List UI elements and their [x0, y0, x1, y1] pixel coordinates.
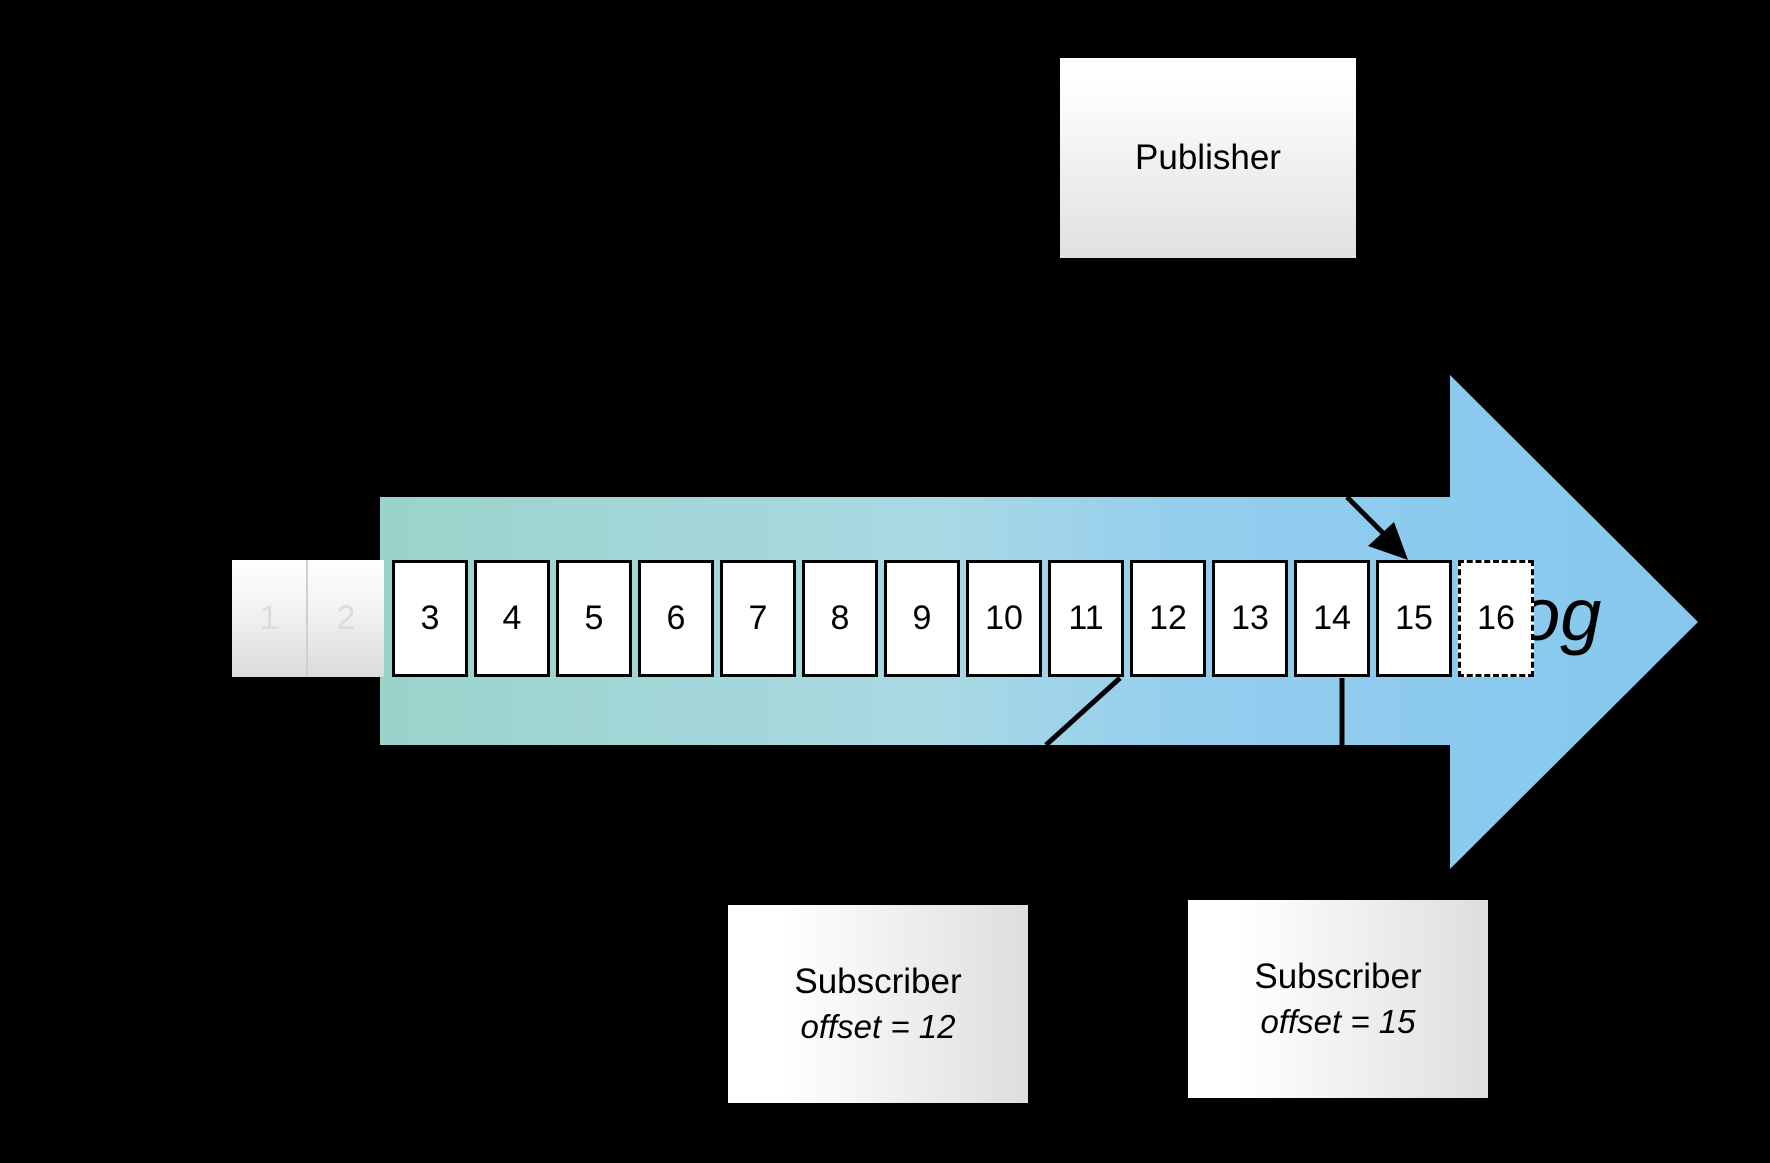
log-cell-4[interactable]: 4: [474, 560, 550, 677]
log-cell-10[interactable]: 10: [966, 560, 1042, 677]
log-cell-strip: 1 2 3 4 5 6 7 8 9 10 11 12 13 14 15 16: [232, 560, 1540, 677]
log-cell-9[interactable]: 9: [884, 560, 960, 677]
log-cell-3[interactable]: 3: [392, 560, 468, 677]
subscriber-2-offset: offset = 15: [1260, 1003, 1416, 1041]
log-cell-13[interactable]: 13: [1212, 560, 1288, 677]
publisher-node[interactable]: Publisher: [1060, 58, 1356, 258]
subscriber-node-2[interactable]: Subscriber offset = 15: [1188, 900, 1488, 1098]
subscriber-2-label: Subscriber: [1254, 957, 1422, 997]
log-cell-12[interactable]: 12: [1130, 560, 1206, 677]
publisher-label: Publisher: [1135, 137, 1281, 177]
subscriber-node-1[interactable]: Subscriber offset = 12: [728, 905, 1028, 1103]
log-cell-5[interactable]: 5: [556, 560, 632, 677]
diagram-canvas: Log 1 2 3 4 5 6 7 8 9 10 11 12 13 14 15 16 Publisher Su…: [0, 0, 1770, 1163]
log-cell-15[interactable]: 15: [1376, 560, 1452, 677]
subscriber-1-label: Subscriber: [794, 962, 962, 1002]
log-cell-2[interactable]: 2: [308, 560, 384, 677]
log-cell-8[interactable]: 8: [802, 560, 878, 677]
log-cell-14[interactable]: 14: [1294, 560, 1370, 677]
log-cell-11[interactable]: 11: [1048, 560, 1124, 677]
log-cell-1[interactable]: 1: [232, 560, 308, 677]
log-cell-16[interactable]: 16: [1458, 560, 1534, 677]
log-cell-6[interactable]: 6: [638, 560, 714, 677]
log-cell-7[interactable]: 7: [720, 560, 796, 677]
subscriber-1-offset: offset = 12: [800, 1008, 956, 1046]
